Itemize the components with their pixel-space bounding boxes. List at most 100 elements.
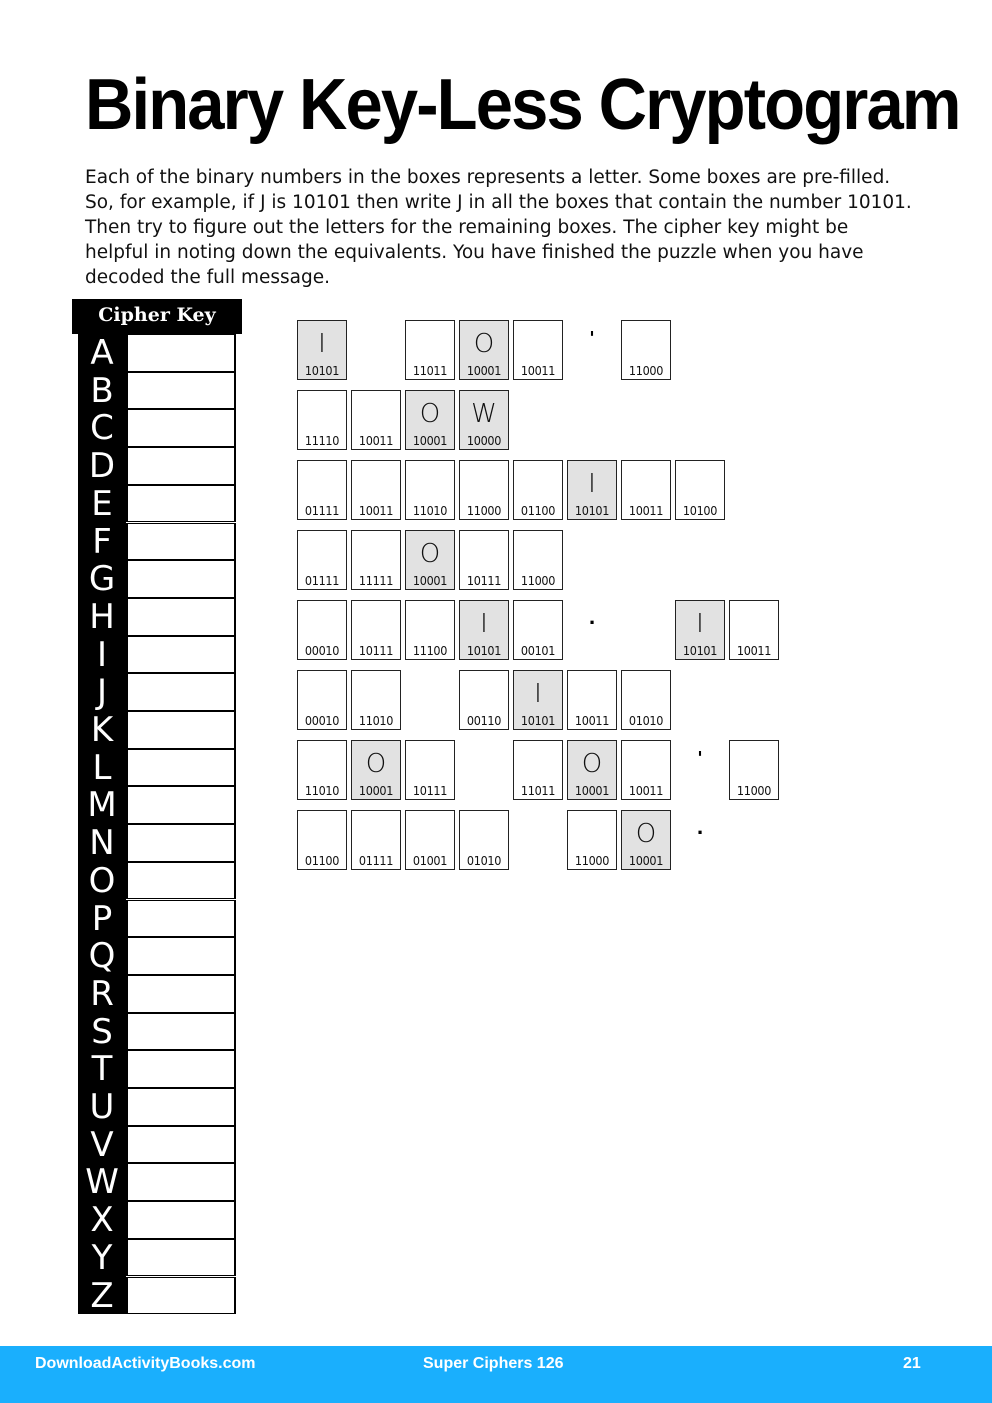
cipher-key-answer-box[interactable] xyxy=(126,899,236,938)
cipher-box[interactable]: 11000 xyxy=(729,740,779,800)
cipher-key-answer-box[interactable] xyxy=(126,673,236,711)
cipher-box[interactable]: 11010 xyxy=(405,460,455,520)
punctuation-mark: . xyxy=(696,818,704,839)
cipher-box[interactable]: 10011 xyxy=(621,740,671,800)
cipher-box[interactable]: 11011 xyxy=(513,740,563,800)
cipher-key-row: E xyxy=(78,484,238,523)
cipher-key-letter: K xyxy=(90,710,114,750)
cipher-box-binary-code: 11010 xyxy=(412,503,448,518)
cipher-key-row: Y xyxy=(78,1238,238,1277)
cipher-box[interactable]: 10111 xyxy=(351,600,401,660)
cipher-box[interactable]: 10011 xyxy=(567,670,617,730)
cipher-key-row: D xyxy=(78,447,238,485)
cipher-box[interactable]: 01100 xyxy=(297,810,347,870)
cipher-key-row: P xyxy=(78,899,238,938)
cipher-key-answer-box[interactable] xyxy=(126,786,236,825)
cipher-key-answer-box[interactable] xyxy=(126,1088,236,1126)
cipher-key-answer-box[interactable] xyxy=(126,824,236,862)
cipher-box-binary-code: 11011 xyxy=(412,363,448,378)
cipher-key-answer-box[interactable] xyxy=(126,1125,236,1164)
cipher-box[interactable]: 00010 xyxy=(297,600,347,660)
cipher-box[interactable]: 11010 xyxy=(297,740,347,800)
cipher-key-answer-box[interactable] xyxy=(126,522,236,561)
prefilled-cipher-box: I 10101 xyxy=(513,670,563,730)
cipher-box[interactable]: 01010 xyxy=(621,670,671,730)
cipher-key-row: G xyxy=(78,560,238,598)
cipher-box[interactable]: 11000 xyxy=(513,530,563,590)
prefilled-cipher-box: I 10101 xyxy=(459,600,509,660)
cipher-box[interactable]: 11000 xyxy=(567,810,617,870)
cipher-box[interactable]: 11000 xyxy=(621,320,671,380)
cipher-box-letter: O xyxy=(635,819,657,849)
cipher-key-letter: V xyxy=(90,1124,114,1165)
cipher-key-answer-box[interactable] xyxy=(126,974,236,1013)
cipher-key-answer-box[interactable] xyxy=(126,560,236,598)
cipher-box[interactable]: 10011 xyxy=(729,600,779,660)
cipher-box[interactable]: 10100 xyxy=(675,460,725,520)
cipher-key-row: W xyxy=(78,1163,238,1201)
cipher-key-answer-box[interactable] xyxy=(126,1201,236,1239)
cipher-key-answer-box[interactable] xyxy=(126,1012,236,1051)
punctuation-mark: . xyxy=(588,608,596,629)
cipher-box-binary-code: 11000 xyxy=(628,363,664,378)
cipher-key-answer-box[interactable] xyxy=(126,1163,236,1202)
cipher-key-answer-box[interactable] xyxy=(126,371,236,410)
cipher-box[interactable]: 01111 xyxy=(297,460,347,520)
cipher-key-answer-box[interactable] xyxy=(126,711,236,749)
cipher-key-row: S xyxy=(78,1012,238,1051)
cipher-box[interactable]: 11010 xyxy=(351,670,401,730)
cipher-box[interactable]: 01001 xyxy=(405,810,455,870)
cipher-key-answer-box[interactable] xyxy=(126,447,236,485)
cipher-key-answer-box[interactable] xyxy=(126,937,236,975)
cipher-box[interactable]: 01111 xyxy=(297,530,347,590)
cipher-key-answer-box[interactable] xyxy=(126,334,236,372)
cipher-box[interactable]: 10111 xyxy=(405,740,455,800)
cipher-key-letter: Z xyxy=(90,1275,114,1316)
cipher-box[interactable]: 11111 xyxy=(351,530,401,590)
cipher-box[interactable]: 00010 xyxy=(297,670,347,730)
cipher-box-binary-code: 11010 xyxy=(304,783,340,798)
cipher-box[interactable]: 00101 xyxy=(513,600,563,660)
cipher-box-binary-code: 10001 xyxy=(466,363,502,378)
cipher-key-answer-box[interactable] xyxy=(126,748,236,787)
cipher-key-answer-box[interactable] xyxy=(126,635,236,674)
cipher-box[interactable]: 00110 xyxy=(459,670,509,730)
cipher-key-answer-box[interactable] xyxy=(126,484,236,523)
cipher-key-letter: D xyxy=(88,446,116,487)
cipher-box[interactable]: 11110 xyxy=(297,390,347,450)
cipher-box[interactable]: 01100 xyxy=(513,460,563,520)
cipher-box[interactable]: 01010 xyxy=(459,810,509,870)
cipher-key-letter: B xyxy=(90,370,114,411)
cipher-box[interactable]: 01111 xyxy=(351,810,401,870)
cipher-box[interactable]: 11000 xyxy=(459,460,509,520)
cipher-box[interactable]: 11011 xyxy=(405,320,455,380)
cipher-box[interactable]: 10111 xyxy=(459,530,509,590)
cipher-key-answer-box[interactable] xyxy=(126,597,236,636)
cipher-box-letter: I xyxy=(696,609,704,639)
cipher-box[interactable]: 10011 xyxy=(351,390,401,450)
cipher-key-row: C xyxy=(78,409,238,447)
cipher-box[interactable]: 10011 xyxy=(621,460,671,520)
cipher-key-row: T xyxy=(78,1050,238,1088)
cipher-box-binary-code: 10011 xyxy=(736,643,772,658)
cipher-box[interactable]: 11100 xyxy=(405,600,455,660)
cipher-key-row: R xyxy=(78,973,238,1014)
footer-book-title: Super Ciphers 126 xyxy=(423,1355,564,1372)
prefilled-cipher-box: I 10101 xyxy=(675,600,725,660)
cipher-key-answer-box[interactable] xyxy=(126,861,236,900)
cipher-box-binary-code: 10101 xyxy=(304,363,340,378)
cipher-box-binary-code: 10001 xyxy=(412,573,448,588)
cipher-box[interactable]: 10011 xyxy=(513,320,563,380)
cipher-key-letter: R xyxy=(90,973,114,1014)
cipher-key-letter: A xyxy=(90,333,114,373)
cipher-box-binary-code: 10011 xyxy=(358,503,394,518)
footer: DownloadActivityBooks.com Super Ciphers … xyxy=(0,1346,992,1403)
cipher-key-answer-box[interactable] xyxy=(126,1050,236,1088)
cipher-key-header: Cipher Key xyxy=(72,299,242,334)
cipher-key-answer-box[interactable] xyxy=(126,409,236,448)
punctuation-mark: ' xyxy=(697,748,703,769)
cipher-key-answer-box[interactable] xyxy=(126,1276,236,1315)
cipher-key-answer-box[interactable] xyxy=(126,1238,236,1277)
cipher-box[interactable]: 10011 xyxy=(351,460,401,520)
cipher-key-row: H xyxy=(78,597,238,636)
